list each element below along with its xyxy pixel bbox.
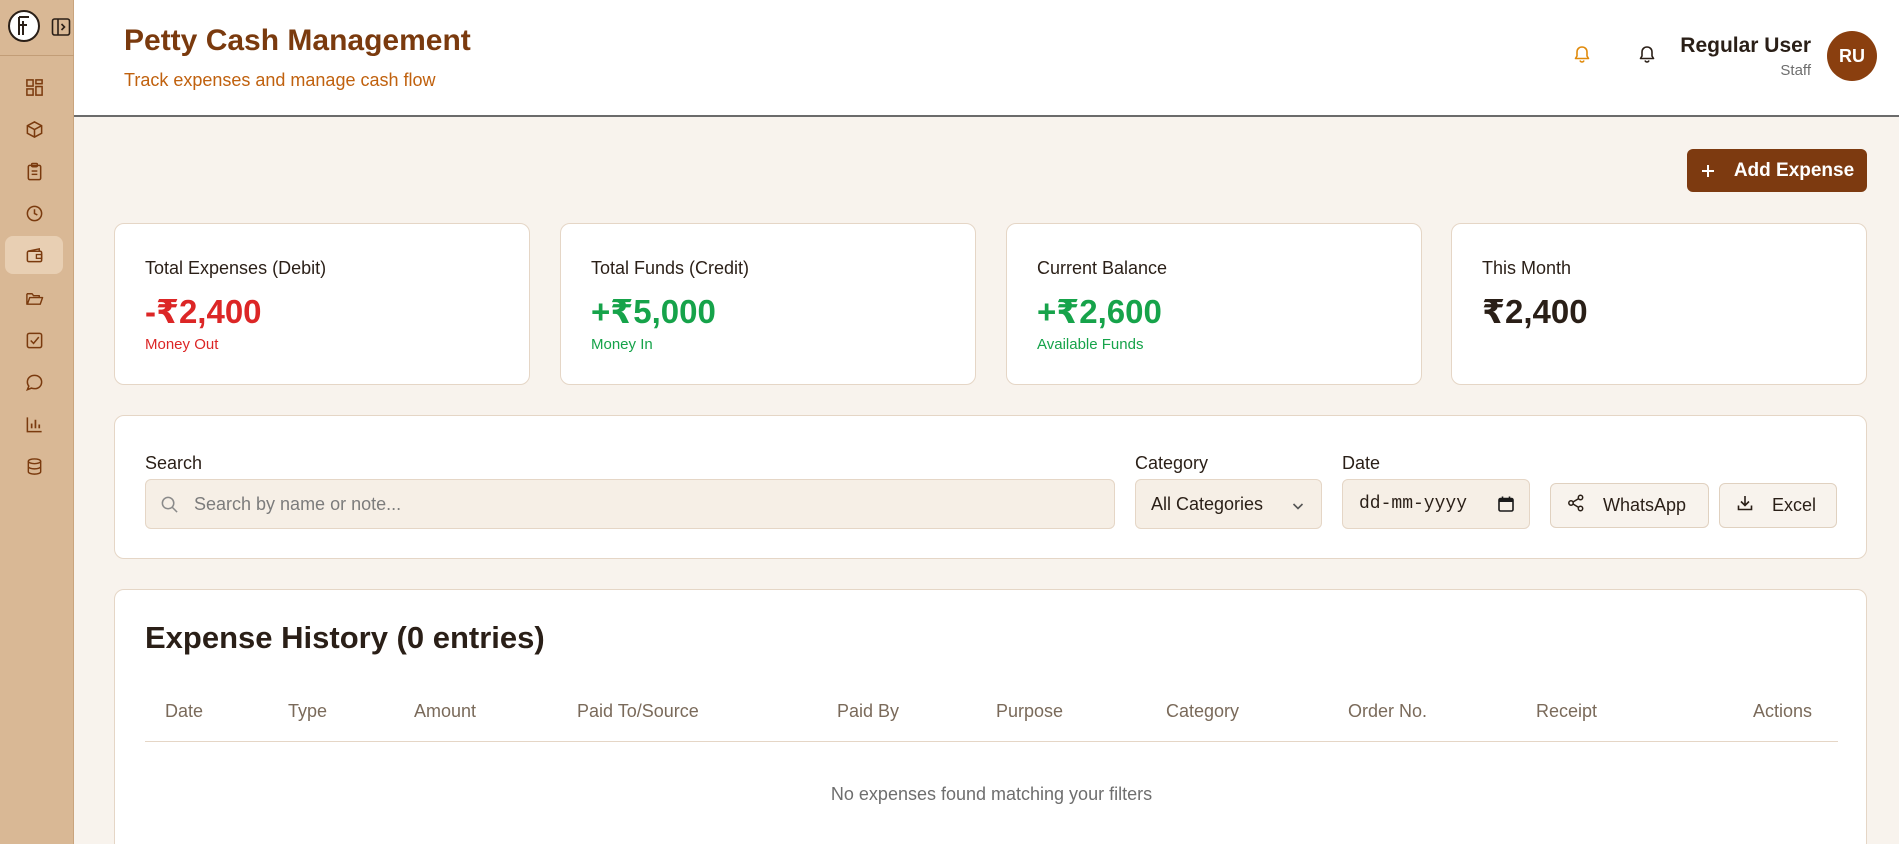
excel-label: Excel	[1772, 495, 1817, 515]
page-subtitle: Track expenses and manage cash flow	[124, 70, 436, 90]
page-title: Petty Cash Management	[124, 24, 471, 57]
search-input[interactable]	[194, 480, 1094, 528]
search-field[interactable]	[145, 479, 1115, 529]
whatsapp-label: WhatsApp	[1603, 495, 1687, 515]
stat-label: This Month	[1482, 258, 1572, 278]
whatsapp-share-button[interactable]: WhatsApp	[1550, 483, 1709, 528]
search-icon	[160, 495, 179, 519]
search-label: Search	[145, 453, 203, 473]
stat-card-total-funds: Total Funds (Credit) +₹5,000 Money In	[560, 223, 976, 385]
bar-chart-icon	[26, 416, 42, 432]
nav-messages[interactable]	[5, 363, 63, 401]
empty-state-message: No expenses found matching your filters	[830, 784, 1153, 804]
add-expense-label: Add Expense	[1733, 159, 1855, 181]
plus-icon	[1701, 164, 1714, 177]
stat-value: +₹2,600	[1037, 293, 1162, 330]
stat-note: Money In	[591, 336, 653, 353]
date-label: Date	[1342, 453, 1381, 473]
nav-petty-cash[interactable]	[5, 236, 63, 274]
add-expense-button[interactable]: Add Expense	[1687, 149, 1867, 192]
category-select[interactable]: All Categories	[1135, 479, 1322, 529]
column-header-date[interactable]: Date	[165, 701, 203, 722]
f-logo-icon[interactable]	[8, 10, 40, 42]
column-header-category[interactable]: Category	[1166, 701, 1239, 722]
wallet-icon	[26, 247, 42, 262]
user-name: Regular User	[1680, 34, 1811, 57]
table-header-divider	[145, 741, 1838, 742]
check-square-icon	[26, 332, 42, 348]
expense-history-panel: Expense History (0 entries) Date Type Am…	[114, 589, 1867, 844]
stat-note: Available Funds	[1037, 336, 1144, 353]
nav-files[interactable]	[5, 279, 63, 317]
nav-tasks[interactable]	[5, 152, 63, 190]
stat-value: +₹5,000	[591, 293, 716, 330]
nav-approvals[interactable]	[5, 321, 63, 359]
sidebar	[0, 0, 74, 844]
nav-dashboard[interactable]	[5, 68, 63, 106]
nav-database[interactable]	[5, 447, 63, 485]
column-header-type[interactable]: Type	[288, 701, 327, 722]
column-header-actions[interactable]: Actions	[1753, 701, 1812, 722]
calendar-icon[interactable]	[1497, 495, 1515, 519]
column-header-purpose[interactable]: Purpose	[996, 701, 1063, 722]
dashboard-icon	[25, 78, 43, 96]
sidebar-toggle-icon[interactable]	[50, 16, 72, 38]
user-role: Staff	[1780, 62, 1811, 79]
category-label: Category	[1135, 453, 1209, 473]
top-header: Petty Cash Management Track expenses and…	[74, 0, 1899, 117]
date-placeholder: dd-mm-yyyy	[1359, 494, 1468, 514]
sidebar-header	[0, 0, 74, 56]
nav-inventory[interactable]	[5, 110, 63, 148]
column-header-receipt[interactable]: Receipt	[1536, 701, 1597, 722]
avatar[interactable]: RU	[1827, 31, 1877, 81]
filter-panel: Search Category All Categories Date dd-m…	[114, 415, 1867, 559]
category-select-value: All Categories	[1151, 493, 1264, 514]
column-header-paid-to[interactable]: Paid To/Source	[577, 701, 699, 722]
stat-label: Current Balance	[1037, 258, 1168, 278]
stat-label: Total Funds (Credit)	[591, 258, 750, 278]
bell-icon[interactable]	[1635, 42, 1659, 66]
stat-value: ₹2,400	[1482, 293, 1588, 330]
clock-icon	[26, 205, 42, 221]
expense-history-title: Expense History (0 entries)	[145, 620, 545, 655]
chevron-down-icon	[1291, 497, 1305, 518]
stat-value: -₹2,400	[145, 293, 262, 330]
column-header-paid-by[interactable]: Paid By	[837, 701, 899, 722]
column-header-amount[interactable]: Amount	[414, 701, 476, 722]
stat-card-this-month: This Month ₹2,400	[1451, 223, 1867, 385]
stat-card-current-balance: Current Balance +₹2,600 Available Funds	[1006, 223, 1422, 385]
download-icon	[1736, 494, 1754, 517]
share-icon	[1567, 494, 1585, 517]
stat-card-total-expenses: Total Expenses (Debit) -₹2,400 Money Out	[114, 223, 530, 385]
nav-reports[interactable]	[5, 405, 63, 443]
notification-bell-icon[interactable]	[1570, 42, 1594, 66]
nav-history[interactable]	[5, 194, 63, 232]
excel-export-button[interactable]: Excel	[1719, 483, 1837, 528]
date-input[interactable]: dd-mm-yyyy	[1342, 479, 1530, 529]
database-icon	[27, 457, 41, 475]
stat-label: Total Expenses (Debit)	[145, 258, 327, 278]
folder-icon	[25, 292, 43, 305]
column-header-order-no[interactable]: Order No.	[1348, 701, 1427, 722]
box-icon	[26, 120, 42, 138]
stat-note: Money Out	[145, 336, 219, 353]
chat-icon	[25, 374, 42, 391]
clipboard-icon	[27, 162, 41, 180]
